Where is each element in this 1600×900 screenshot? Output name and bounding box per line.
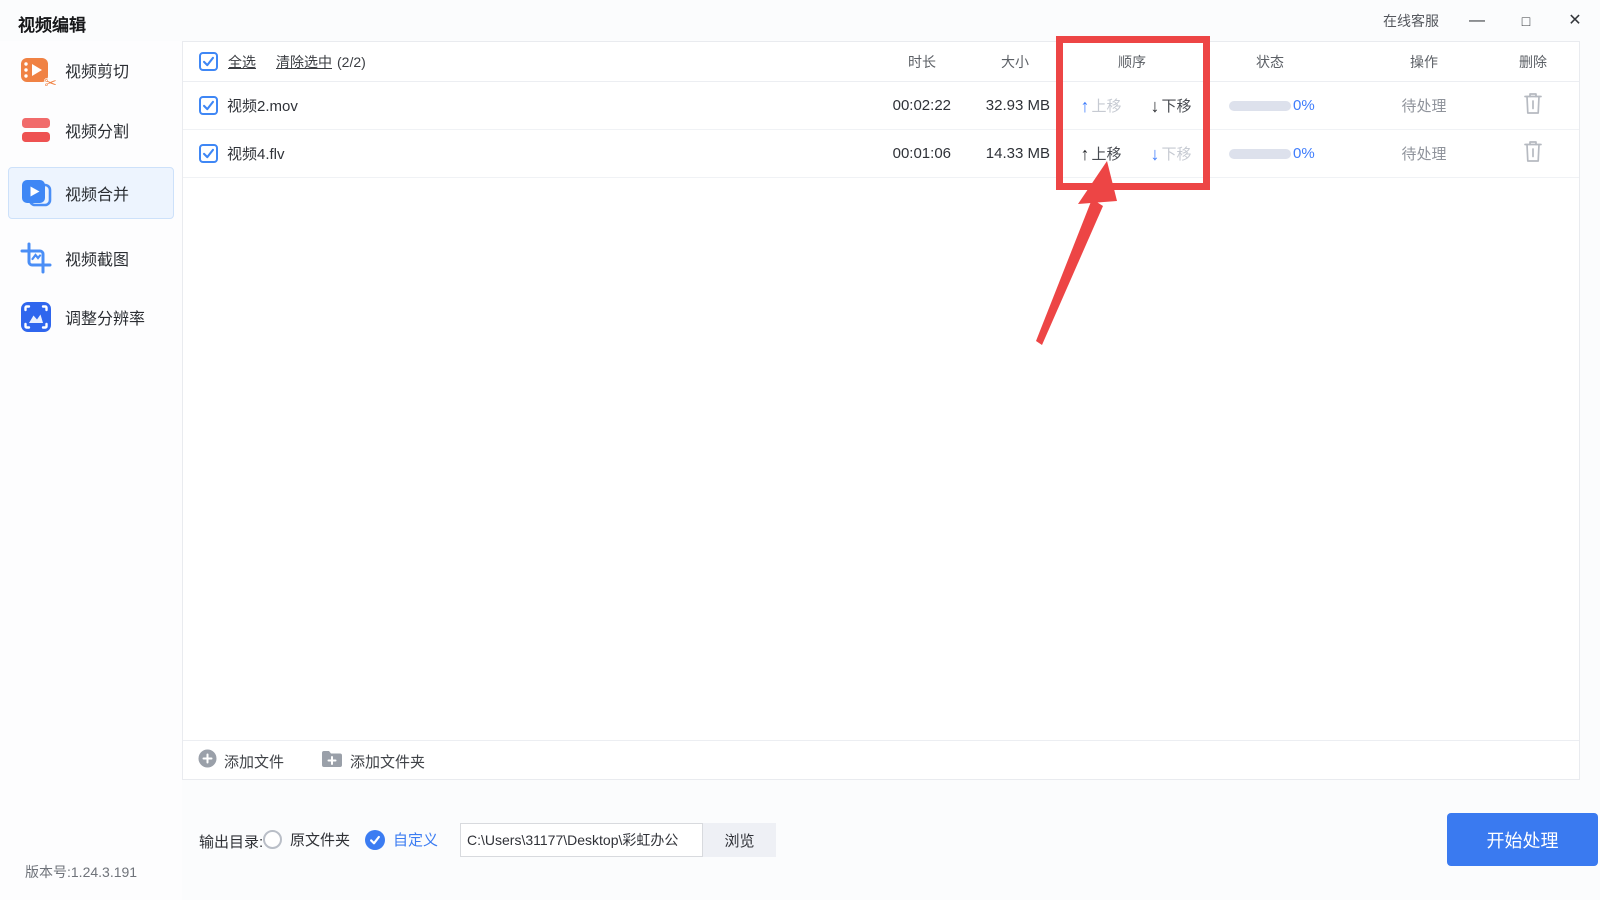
output-bar: 输出目录: 原文件夹 自定义 浏览 开始处理 xyxy=(0,813,1600,874)
column-header-operation: 操作 xyxy=(1410,54,1438,70)
output-dir-label: 输出目录: xyxy=(199,834,264,851)
sidebar-item-video-cut[interactable]: ✂ 视频剪切 xyxy=(8,46,174,94)
close-icon[interactable]: ✕ xyxy=(1564,12,1586,29)
arrow-down-icon: ↓ xyxy=(1150,95,1160,116)
arrow-up-icon: ↑ xyxy=(1080,143,1090,164)
adjust-resolution-icon xyxy=(19,300,53,334)
move-down-button[interactable]: ↓ 下移 xyxy=(1150,143,1191,164)
status-text: 待处理 xyxy=(1401,98,1447,115)
sidebar-item-label: 视频分割 xyxy=(65,124,130,141)
arrow-down-icon: ↓ xyxy=(1150,143,1160,164)
checkbox-checked-icon[interactable] xyxy=(199,96,218,115)
title-bar: 视频编辑 在线客服 — □ ✕ xyxy=(0,0,1600,41)
delete-trash-icon[interactable] xyxy=(1523,92,1543,120)
window-controls: 在线客服 — □ ✕ xyxy=(1383,0,1586,41)
select-all-checkbox[interactable] xyxy=(199,42,218,81)
video-merge-icon xyxy=(19,176,53,210)
sidebar-item-video-screenshot[interactable]: 视频截图 xyxy=(8,234,174,282)
select-all-link[interactable]: 全选 xyxy=(228,52,256,72)
status-text: 待处理 xyxy=(1401,146,1447,163)
checkbox-checked-icon[interactable] xyxy=(199,52,218,71)
row-checkbox[interactable] xyxy=(199,130,218,177)
scissors-icon: ✂ xyxy=(44,75,57,92)
table-row: 视频4.flv 00:01:06 14.33 MB ↑ 上移 ↓ 下移 0% 待… xyxy=(183,130,1579,178)
version-text: 版本号:1.24.3.191 xyxy=(25,864,138,880)
video-split-icon xyxy=(19,113,53,147)
online-service-link[interactable]: 在线客服 xyxy=(1383,11,1439,31)
radio-checked-icon[interactable] xyxy=(365,829,385,850)
original-folder-radio[interactable]: 原文件夹 xyxy=(263,829,350,850)
app-title: 视频编辑 xyxy=(18,16,86,35)
add-folder-button[interactable]: 添加文件夹 xyxy=(321,741,425,781)
sidebar-item-label: 调整分辨率 xyxy=(65,311,146,328)
file-duration: 00:02:22 xyxy=(892,97,951,114)
output-path-input[interactable] xyxy=(460,823,703,857)
start-processing-button[interactable]: 开始处理 xyxy=(1447,813,1598,866)
add-file-button[interactable]: 添加文件 xyxy=(198,741,284,781)
file-size: 32.93 MB xyxy=(985,97,1050,114)
app-window: 视频编辑 在线客服 — □ ✕ ✂ 视频剪切 视频分割 视频合并 视频截图 调整… xyxy=(0,0,1600,900)
video-cut-icon: ✂ xyxy=(19,53,57,92)
maximize-icon[interactable]: □ xyxy=(1515,14,1537,28)
selected-count: (2/2) xyxy=(337,53,366,70)
column-header-delete: 删除 xyxy=(1519,54,1547,70)
column-header-status: 状态 xyxy=(1256,54,1284,70)
sidebar-item-label: 视频截图 xyxy=(65,252,130,269)
list-header-row: 全选 清除选中 (2/2) 时长 大小 顺序 状态 操作 删除 xyxy=(183,42,1579,82)
file-duration: 00:01:06 xyxy=(892,145,951,162)
sidebar-item-adjust-resolution[interactable]: 调整分辨率 xyxy=(8,293,174,341)
column-header-duration: 时长 xyxy=(908,54,936,70)
add-folder-plus-icon xyxy=(321,750,343,773)
progress-percent: 0% xyxy=(1293,97,1315,114)
add-bar: 添加文件 添加文件夹 xyxy=(183,740,1579,780)
sidebar-item-label: 视频合并 xyxy=(65,187,130,204)
clear-selected-link[interactable]: 清除选中 xyxy=(276,52,332,72)
minimize-icon[interactable]: — xyxy=(1466,12,1488,29)
radio-unchecked-icon[interactable] xyxy=(263,830,282,849)
file-list-panel: 全选 清除选中 (2/2) 时长 大小 顺序 状态 操作 删除 视频2.mov … xyxy=(182,41,1580,780)
delete-trash-icon[interactable] xyxy=(1523,140,1543,168)
sidebar-item-label: 视频剪切 xyxy=(65,64,130,81)
arrow-up-icon: ↑ xyxy=(1080,95,1090,116)
move-up-button[interactable]: ↑ 上移 xyxy=(1080,143,1121,164)
progress-percent: 0% xyxy=(1293,145,1315,162)
column-header-size: 大小 xyxy=(1001,54,1029,70)
sidebar-item-video-split[interactable]: 视频分割 xyxy=(8,106,174,154)
checkbox-checked-icon[interactable] xyxy=(199,144,218,163)
progress-bar: 0% xyxy=(1229,145,1315,162)
add-file-plus-icon xyxy=(198,749,217,773)
custom-folder-radio[interactable]: 自定义 xyxy=(365,829,438,850)
sidebar-item-video-merge[interactable]: 视频合并 xyxy=(8,167,174,219)
progress-track xyxy=(1229,100,1291,111)
file-name: 视频2.mov xyxy=(227,98,298,115)
browse-button[interactable]: 浏览 xyxy=(703,823,776,857)
file-name: 视频4.flv xyxy=(227,146,285,163)
file-size: 14.33 MB xyxy=(985,145,1050,162)
sidebar: ✂ 视频剪切 视频分割 视频合并 视频截图 调整分辨率 xyxy=(0,41,182,900)
progress-bar: 0% xyxy=(1229,97,1315,114)
move-up-button[interactable]: ↑ 上移 xyxy=(1080,95,1121,116)
video-screenshot-icon xyxy=(19,241,53,275)
move-down-button[interactable]: ↓ 下移 xyxy=(1150,95,1191,116)
row-checkbox[interactable] xyxy=(199,82,218,129)
progress-track xyxy=(1229,148,1291,159)
table-row: 视频2.mov 00:02:22 32.93 MB ↑ 上移 ↓ 下移 0% 待… xyxy=(183,82,1579,130)
column-header-order: 顺序 xyxy=(1118,54,1146,70)
